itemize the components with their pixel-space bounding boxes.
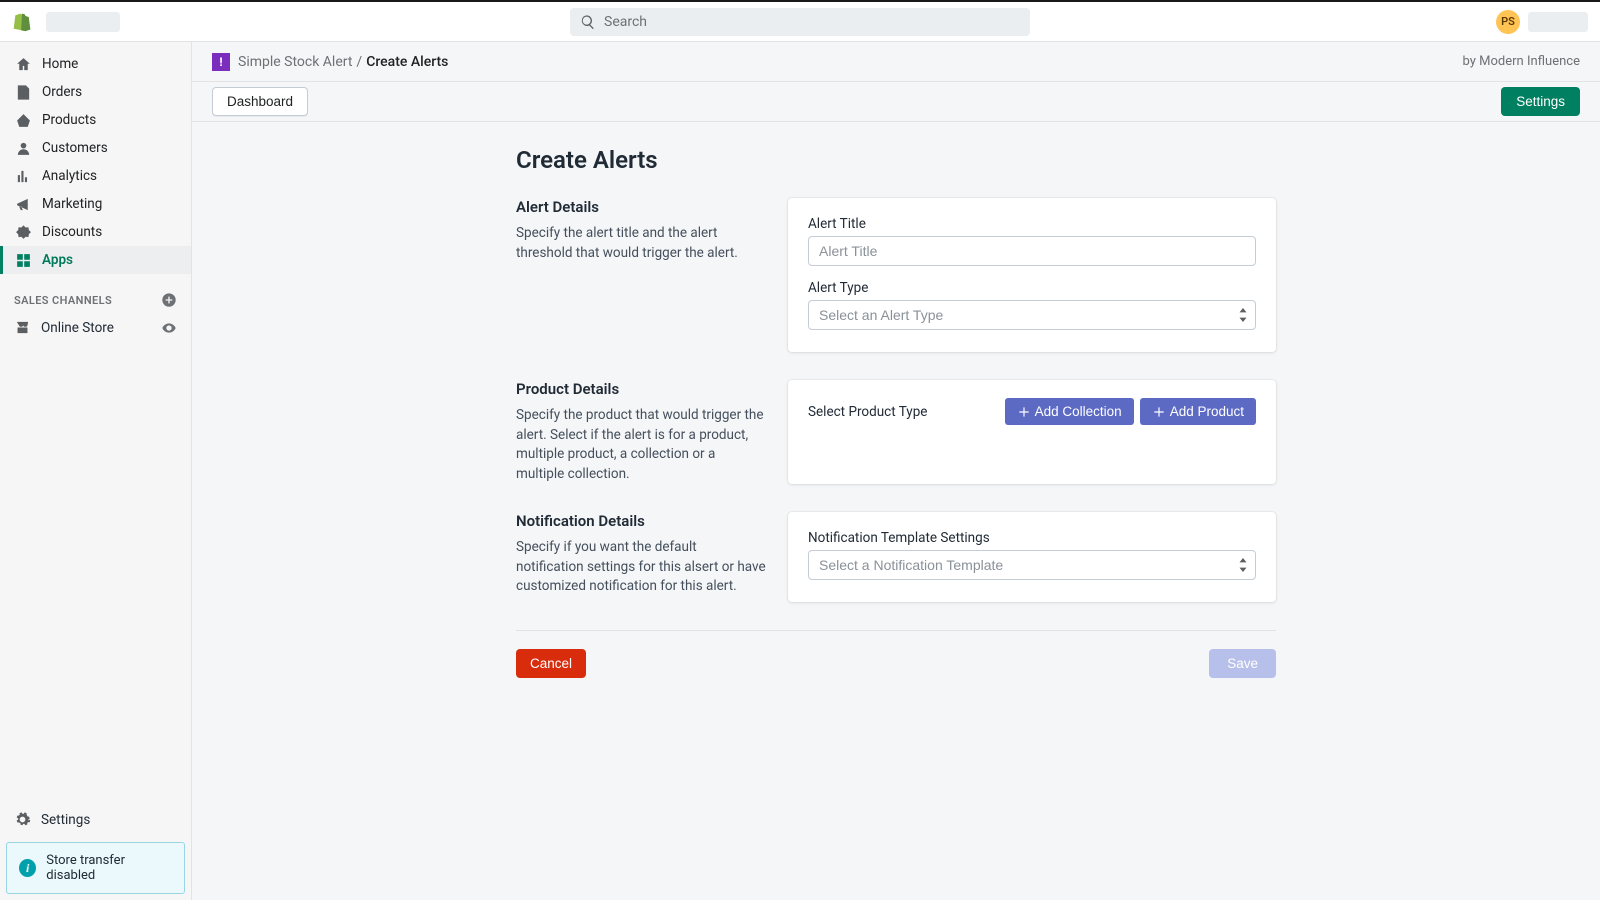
plus-icon xyxy=(1017,405,1031,419)
app-icon: ! xyxy=(212,53,230,71)
nav-label: Home xyxy=(42,56,78,72)
store-indicator-placeholder xyxy=(1528,12,1588,32)
alert-title-label: Alert Title xyxy=(808,216,1256,232)
section-alert-details: Alert Details Specify the alert title an… xyxy=(516,198,1276,352)
analytics-icon xyxy=(14,167,32,185)
search-input-wrap[interactable]: Search xyxy=(570,8,1030,36)
shopify-logo-icon xyxy=(12,11,32,33)
section-heading: Notification Details xyxy=(516,512,766,530)
sidebar-settings-label: Settings xyxy=(41,812,90,828)
footer-actions: Cancel Save xyxy=(516,630,1276,678)
orders-icon xyxy=(14,83,32,101)
gear-icon xyxy=(14,811,31,828)
section-description: Specify the alert title and the alert th… xyxy=(516,224,766,263)
nav-label: Customers xyxy=(42,140,108,156)
alert-type-select[interactable]: Select an Alert Type xyxy=(808,300,1256,330)
section-description: Specify if you want the default notifica… xyxy=(516,538,766,597)
nav-label: Apps xyxy=(42,252,73,268)
nav-label: Orders xyxy=(42,84,82,100)
customers-icon xyxy=(14,139,32,157)
info-icon: i xyxy=(19,859,36,877)
store-name-placeholder xyxy=(46,12,120,32)
section-description: Specify the product that would trigger t… xyxy=(516,406,766,484)
section-heading: Product Details xyxy=(516,380,766,398)
save-button[interactable]: Save xyxy=(1209,649,1276,678)
marketing-icon xyxy=(14,195,32,213)
nav-item-customers[interactable]: Customers xyxy=(0,134,191,162)
search-icon xyxy=(580,14,604,30)
breadcrumb-root[interactable]: Simple Stock Alert xyxy=(238,54,352,70)
section-notification-details: Notification Details Specify if you want… xyxy=(516,512,1276,602)
products-icon xyxy=(14,111,32,129)
notification-template-select[interactable]: Select a Notification Template xyxy=(808,550,1256,580)
topbar: Search PS xyxy=(0,0,1600,42)
alert-title-input[interactable] xyxy=(808,236,1256,266)
view-store-icon[interactable] xyxy=(161,320,177,336)
nav-item-marketing[interactable]: Marketing xyxy=(0,190,191,218)
plus-icon xyxy=(1152,405,1166,419)
home-icon xyxy=(14,55,32,73)
nav-section-label: SALES CHANNELS xyxy=(14,294,112,307)
card-alert-details: Alert Title Alert Type Select an Alert T… xyxy=(788,198,1276,352)
search-placeholder: Search xyxy=(604,14,647,30)
toolbar-bar: Dashboard Settings xyxy=(192,82,1600,122)
app-area: ! Simple Stock Alert / Create Alerts by … xyxy=(192,42,1600,900)
section-product-details: Product Details Specify the product that… xyxy=(516,380,1276,484)
logo-wrap xyxy=(12,11,120,33)
add-collection-button[interactable]: Add Collection xyxy=(1005,398,1134,425)
nav-label: Discounts xyxy=(42,224,102,240)
primary-nav: Home Orders Products Customers Analytics… xyxy=(0,42,191,341)
user-avatar[interactable]: PS xyxy=(1496,10,1520,34)
alert-type-label: Alert Type xyxy=(808,280,1256,296)
cancel-button[interactable]: Cancel xyxy=(516,649,586,678)
nav-label: Marketing xyxy=(42,196,102,212)
apps-icon xyxy=(14,251,32,269)
nav-item-home[interactable]: Home xyxy=(0,50,191,78)
sidebar: Home Orders Products Customers Analytics… xyxy=(0,42,192,900)
nav-channel-label: Online Store xyxy=(41,320,114,336)
nav-item-apps[interactable]: Apps xyxy=(0,246,191,274)
transfer-banner-text: Store transfer disabled xyxy=(46,853,172,883)
nav-item-discounts[interactable]: Discounts xyxy=(0,218,191,246)
store-transfer-banner: i Store transfer disabled xyxy=(6,842,185,894)
nav-item-analytics[interactable]: Analytics xyxy=(0,162,191,190)
breadcrumb-separator: / xyxy=(356,54,362,70)
nav-label: Products xyxy=(42,112,96,128)
page-title: Create Alerts xyxy=(516,146,1276,174)
notification-template-label: Notification Template Settings xyxy=(808,530,1256,546)
nav-item-products[interactable]: Products xyxy=(0,106,191,134)
breadcrumb-bar: ! Simple Stock Alert / Create Alerts by … xyxy=(192,42,1600,82)
card-product-details: Select Product Type Add Collection Add P… xyxy=(788,380,1276,484)
card-notification-details: Notification Template Settings Select a … xyxy=(788,512,1276,602)
breadcrumb-leaf: Create Alerts xyxy=(366,54,448,70)
online-store-icon xyxy=(14,319,31,336)
nav-channel-online-store[interactable]: Online Store xyxy=(0,314,191,341)
sidebar-settings[interactable]: Settings xyxy=(0,803,191,836)
discounts-icon xyxy=(14,223,32,241)
nav-section-sales-channels: SALES CHANNELS xyxy=(0,274,191,314)
app-byline: by Modern Influence xyxy=(1463,54,1580,69)
page: Create Alerts Alert Details Specify the … xyxy=(496,122,1296,718)
nav-item-orders[interactable]: Orders xyxy=(0,78,191,106)
select-product-type-label: Select Product Type xyxy=(808,404,927,420)
nav-label: Analytics xyxy=(42,168,97,184)
settings-button[interactable]: Settings xyxy=(1501,87,1580,116)
dashboard-button[interactable]: Dashboard xyxy=(212,87,308,116)
add-channel-icon[interactable] xyxy=(161,292,177,308)
add-product-button[interactable]: Add Product xyxy=(1140,398,1256,425)
section-heading: Alert Details xyxy=(516,198,766,216)
topbar-right: PS xyxy=(1496,10,1588,34)
